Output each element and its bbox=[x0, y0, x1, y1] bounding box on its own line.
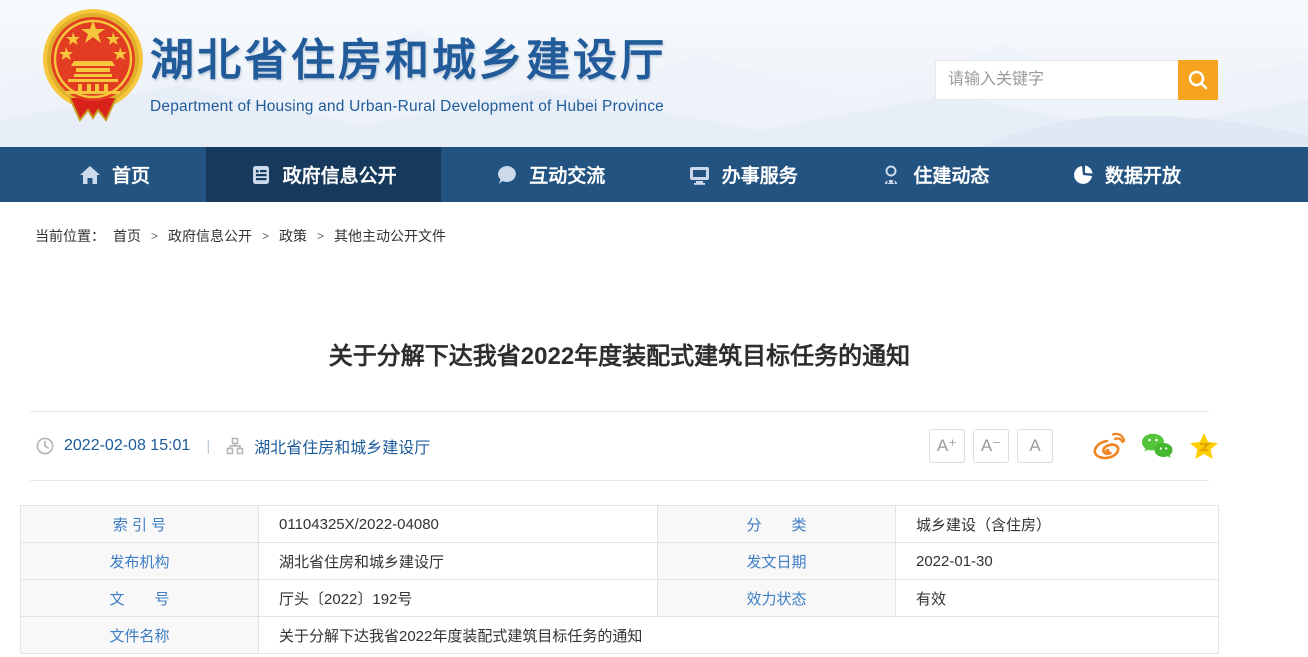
nav-item-home[interactable]: 首页 bbox=[52, 147, 177, 202]
nav-item-open-data[interactable]: 数据开放 bbox=[1045, 147, 1208, 202]
article-meta-left: 2022-02-08 15:01 | 湖北省住房和城乡建设厅 bbox=[36, 434, 430, 458]
search-input[interactable] bbox=[935, 60, 1178, 100]
info-value-category: 城乡建设（含住房） bbox=[896, 506, 1219, 543]
info-label-issue-date: 发文日期 bbox=[658, 543, 896, 580]
table-row: 文件名称 关于分解下达我省2022年度装配式建筑目标任务的通知 bbox=[21, 617, 1219, 654]
organization-icon bbox=[226, 437, 244, 455]
breadcrumb-item-gov-info[interactable]: 政府信息公开 bbox=[168, 226, 252, 246]
font-reset-button[interactable]: A bbox=[1017, 429, 1053, 463]
breadcrumb-item-policy[interactable]: 政策 bbox=[279, 226, 307, 246]
info-label-issuing-agency: 发布机构 bbox=[21, 543, 259, 580]
site-search bbox=[935, 60, 1218, 100]
info-value-index-number: 01104325X/2022-04080 bbox=[259, 506, 658, 543]
info-value-validity-status: 有效 bbox=[896, 580, 1219, 617]
font-decrease-button[interactable]: A⁻ bbox=[973, 429, 1009, 463]
nav-item-label: 首页 bbox=[112, 161, 150, 188]
share-icons bbox=[1077, 432, 1219, 460]
site-header: 湖北省住房和城乡建设厅 Department of Housing and Ur… bbox=[0, 0, 1308, 147]
document-info-table: 索 引 号 01104325X/2022-04080 分 类 城乡建设（含住房）… bbox=[20, 505, 1219, 654]
info-value-issue-date: 2022-01-30 bbox=[896, 543, 1219, 580]
monitor-icon bbox=[688, 164, 711, 186]
clock-icon bbox=[36, 437, 54, 455]
nav-item-news[interactable]: 住建动态 bbox=[853, 147, 1016, 202]
breadcrumb-prefix: 当前位置： bbox=[35, 226, 105, 246]
nav-item-label: 办事服务 bbox=[722, 161, 798, 188]
site-title: 湖北省住房和城乡建设厅 bbox=[150, 24, 667, 88]
table-row: 发布机构 湖北省住房和城乡建设厅 发文日期 2022-01-30 bbox=[21, 543, 1219, 580]
main-navigation: 首页 政府信息公开 互动交流 办事服务 住建 bbox=[0, 147, 1308, 202]
info-value-doc-number: 厅头〔2022〕192号 bbox=[259, 580, 658, 617]
font-increase-button[interactable]: A⁺ bbox=[929, 429, 965, 463]
breadcrumb-item-home[interactable]: 首页 bbox=[113, 226, 141, 246]
table-row: 文 号 厅头〔2022〕192号 效力状态 有效 bbox=[21, 580, 1219, 617]
article-meta-right: A⁺ A⁻ A bbox=[921, 429, 1219, 463]
article-source: 湖北省住房和城乡建设厅 bbox=[254, 434, 430, 458]
breadcrumb-separator: > bbox=[262, 229, 269, 243]
weibo-icon[interactable] bbox=[1093, 432, 1125, 460]
nav-item-label: 住建动态 bbox=[913, 161, 989, 188]
info-label-category: 分 类 bbox=[658, 506, 896, 543]
breadcrumb-separator: > bbox=[317, 229, 324, 243]
info-label-doc-number: 文 号 bbox=[21, 580, 259, 617]
article-meta-row: 2022-02-08 15:01 | 湖北省住房和城乡建设厅 A⁺ A⁻ A bbox=[20, 412, 1219, 480]
document-icon bbox=[250, 164, 272, 186]
chat-bubble-icon bbox=[496, 164, 518, 186]
national-emblem-logo bbox=[40, 6, 146, 128]
nav-item-label: 互动交流 bbox=[529, 161, 605, 188]
nav-item-interaction[interactable]: 互动交流 bbox=[469, 147, 632, 202]
nav-item-services[interactable]: 办事服务 bbox=[661, 147, 825, 202]
breadcrumb-separator: > bbox=[151, 229, 158, 243]
wechat-icon[interactable] bbox=[1141, 432, 1173, 460]
breadcrumb-item-other-docs[interactable]: 其他主动公开文件 bbox=[334, 226, 446, 246]
home-icon bbox=[79, 164, 101, 186]
info-value-issuing-agency: 湖北省住房和城乡建设厅 bbox=[259, 543, 658, 580]
search-button[interactable] bbox=[1178, 60, 1218, 100]
site-subtitle: Department of Housing and Urban-Rural De… bbox=[150, 98, 667, 116]
qzone-icon[interactable] bbox=[1189, 432, 1219, 460]
article-title: 关于分解下达我省2022年度装配式建筑目标任务的通知 bbox=[20, 336, 1219, 371]
info-value-doc-title: 关于分解下达我省2022年度装配式建筑目标任务的通知 bbox=[259, 617, 1219, 654]
divider bbox=[30, 480, 1209, 481]
nav-item-label: 政府信息公开 bbox=[283, 161, 397, 188]
meta-separator: | bbox=[206, 438, 210, 455]
article-content: 关于分解下达我省2022年度装配式建筑目标任务的通知 2022-02-08 15… bbox=[20, 336, 1219, 654]
info-label-validity-status: 效力状态 bbox=[658, 580, 896, 617]
breadcrumb: 当前位置： 首页 > 政府信息公开 > 政策 > 其他主动公开文件 bbox=[0, 202, 1308, 266]
info-label-doc-title: 文件名称 bbox=[21, 617, 259, 654]
pie-chart-icon bbox=[1072, 164, 1094, 186]
nav-item-label: 数据开放 bbox=[1105, 161, 1181, 188]
person-badge-icon bbox=[880, 164, 902, 186]
search-icon bbox=[1187, 69, 1209, 91]
info-label-index-number: 索 引 号 bbox=[21, 506, 259, 543]
table-row: 索 引 号 01104325X/2022-04080 分 类 城乡建设（含住房） bbox=[21, 506, 1219, 543]
nav-item-gov-info[interactable]: 政府信息公开 bbox=[206, 147, 441, 202]
publish-time: 2022-02-08 15:01 bbox=[64, 437, 190, 455]
